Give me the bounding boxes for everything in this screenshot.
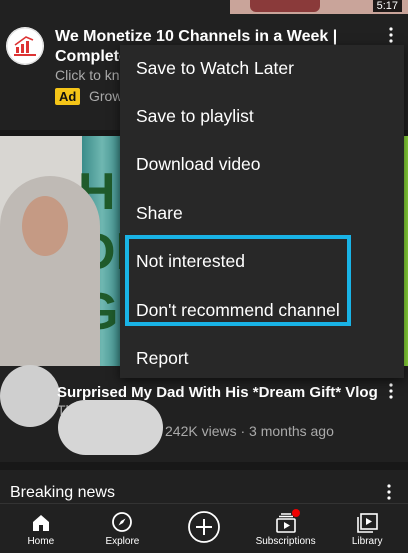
ad-sponsor: Grow xyxy=(89,88,123,104)
nav-create[interactable] xyxy=(163,504,245,553)
nav-home-label: Home xyxy=(27,536,55,547)
ad-channel-avatar[interactable] xyxy=(6,27,44,65)
notification-dot xyxy=(291,509,300,517)
growth-logo-icon xyxy=(6,27,44,65)
more-vert-icon[interactable] xyxy=(388,383,394,404)
nav-subscriptions[interactable]: Subscriptions xyxy=(245,504,327,553)
menu-share[interactable]: Share xyxy=(136,203,183,224)
nav-library-label: Library xyxy=(351,536,383,547)
ad-title-line2[interactable]: Complete xyxy=(55,47,125,67)
library-icon xyxy=(357,513,378,533)
menu-save-playlist[interactable]: Save to playlist xyxy=(136,106,254,127)
menu-report[interactable]: Report xyxy=(136,348,189,369)
explore-icon xyxy=(112,512,133,532)
channel-avatar[interactable] xyxy=(0,365,60,427)
nav-home[interactable]: Home xyxy=(0,504,82,553)
thumbnail-face xyxy=(22,196,68,256)
ad-title[interactable]: We Monetize 10 Channels in a Week | xyxy=(55,27,345,47)
nav-explore-label: Explore xyxy=(105,536,140,547)
bottom-nav: Home Explore Subscriptions Library xyxy=(0,503,408,553)
previous-video-image-detail xyxy=(250,0,320,12)
video-stats: 242K views · 3 months ago xyxy=(165,423,334,439)
duration-badge: 5:17 xyxy=(372,0,402,12)
create-icon xyxy=(188,511,220,543)
nav-explore[interactable]: Explore xyxy=(82,504,164,553)
divider xyxy=(0,462,408,470)
ad-badge: Ad xyxy=(55,88,81,105)
video-context-menu: Save to Watch Later Save to playlist Dow… xyxy=(120,45,404,378)
nav-subscriptions-label: Subscriptions xyxy=(255,536,316,547)
nav-library[interactable]: Library xyxy=(326,504,408,553)
more-vert-icon[interactable] xyxy=(386,484,392,505)
menu-download-video[interactable]: Download video xyxy=(136,154,261,175)
home-icon xyxy=(32,515,49,531)
redaction-blur xyxy=(58,400,163,455)
annotation-highlight-box xyxy=(125,235,351,326)
section-title: Breaking news xyxy=(10,484,115,501)
menu-save-watch-later[interactable]: Save to Watch Later xyxy=(136,58,294,79)
ad-subtitle: Click to kno xyxy=(55,67,125,83)
